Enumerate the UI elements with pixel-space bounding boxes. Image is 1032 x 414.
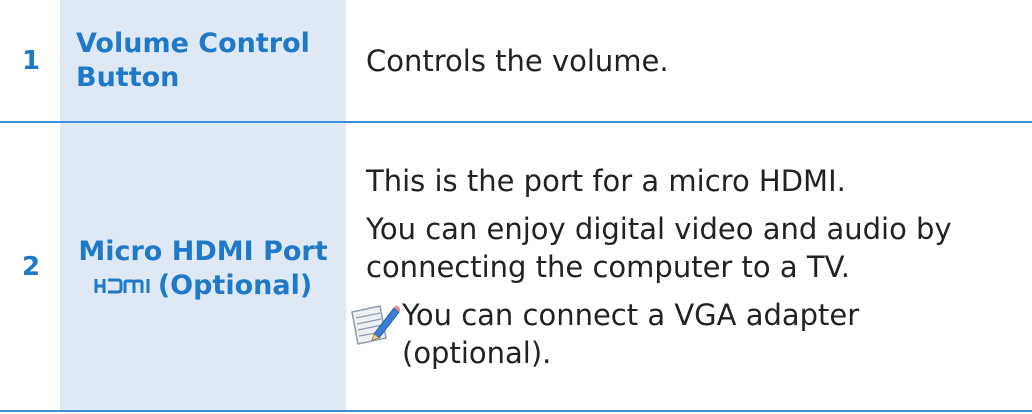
row-number: 1 [21, 45, 41, 76]
row-number: 2 [21, 251, 41, 282]
note-pencil-icon [351, 304, 400, 345]
hdmi-logo-icon [94, 278, 150, 293]
row-term: Volume Control Button [60, 0, 346, 121]
note-line: (optional). [402, 335, 552, 370]
table-row: 2 Micro HDMI Port (Optional) This is the… [0, 123, 1032, 410]
table-row: 1 Volume Control Button Controls the vol… [0, 0, 1032, 121]
description-text: This is the port for a micro HDMI. [366, 163, 846, 198]
description-line: You can enjoy digital video and audio by [366, 211, 952, 246]
term-line: Button [76, 61, 180, 93]
row-term: Micro HDMI Port (Optional) [60, 123, 346, 410]
description-text: Controls the volume. [366, 43, 669, 78]
note: You can connect a VGA adapter (optional)… [346, 296, 1032, 372]
row-divider [0, 410, 1032, 412]
term-suffix: (Optional) [157, 269, 313, 301]
note-text: You can connect a VGA adapter (optional)… [402, 296, 859, 372]
row-description: Controls the volume. [346, 0, 1032, 121]
note-line: You can connect a VGA adapter [402, 297, 860, 332]
spec-table: 1 Volume Control Button Controls the vol… [0, 0, 1032, 414]
term-line: Micro HDMI Port [78, 235, 328, 267]
description-text: You can enjoy digital video and audio by… [366, 210, 1032, 286]
row-description: This is the port for a micro HDMI. You c… [346, 123, 1032, 410]
term-line: Volume Control [76, 27, 310, 59]
description-line: connecting the computer to a TV. [366, 249, 850, 284]
term-line: (Optional) [94, 269, 312, 303]
